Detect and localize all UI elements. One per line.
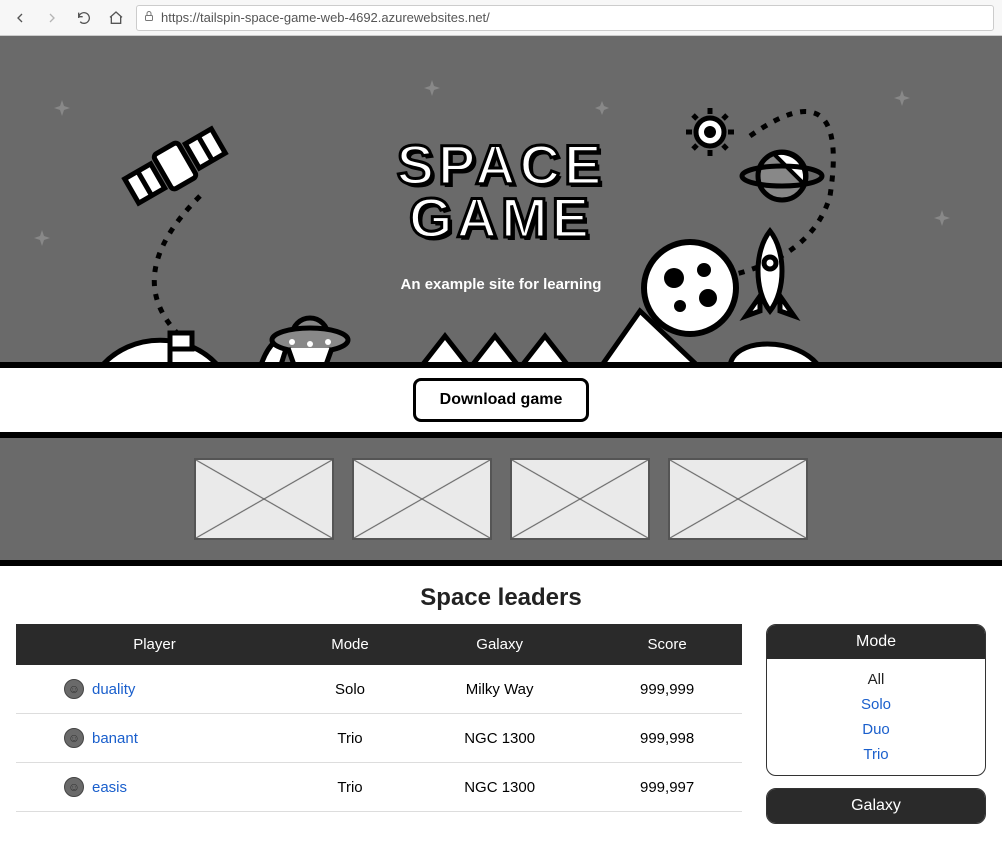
col-score: Score <box>592 624 742 665</box>
lock-icon <box>143 9 155 27</box>
player-link[interactable]: banant <box>92 730 138 747</box>
leaderboard-table: Player Mode Galaxy Score ☺ duality SoloMil… <box>16 624 742 812</box>
player-link[interactable]: duality <box>92 681 135 698</box>
avatar: ☺ <box>64 679 84 699</box>
browser-toolbar <box>0 0 1002 36</box>
filter-mode-item[interactable]: Trio <box>767 742 985 767</box>
gallery-strip <box>0 432 1002 566</box>
col-player: Player <box>16 624 293 665</box>
url-input[interactable] <box>161 10 987 25</box>
home-button[interactable] <box>104 6 128 30</box>
gallery-card[interactable] <box>668 458 808 540</box>
cell-mode: Solo <box>293 665 407 714</box>
table-row: ☺ duality SoloMilky Way999,999 <box>16 665 742 714</box>
hero-subtitle: An example site for learning <box>401 276 602 293</box>
cell-galaxy: NGC 1300 <box>407 714 592 763</box>
player-link[interactable]: easis <box>92 779 127 796</box>
download-game-button[interactable]: Download game <box>413 378 590 422</box>
address-bar[interactable] <box>136 5 994 31</box>
cell-mode: Trio <box>293 763 407 812</box>
filter-mode-item[interactable]: Duo <box>767 717 985 742</box>
download-section: Download game <box>0 368 1002 432</box>
leaderboard-heading: Space leaders <box>0 584 1002 612</box>
table-row: ☺ banant TrioNGC 1300999,998 <box>16 714 742 763</box>
avatar: ☺ <box>64 777 84 797</box>
cell-mode: Trio <box>293 714 407 763</box>
refresh-button[interactable] <box>72 6 96 30</box>
gallery-card[interactable] <box>194 458 334 540</box>
gallery-card[interactable] <box>352 458 492 540</box>
forward-button[interactable] <box>40 6 64 30</box>
filter-galaxy: Galaxy <box>766 788 986 824</box>
cell-galaxy: NGC 1300 <box>407 763 592 812</box>
filter-mode: Mode AllSoloDuoTrio <box>766 624 986 776</box>
avatar: ☺ <box>64 728 84 748</box>
col-mode: Mode <box>293 624 407 665</box>
filter-mode-item[interactable]: All <box>767 667 985 692</box>
hero-title: SPACE GAME <box>397 138 606 244</box>
hero-banner: SPACE GAME An example site for learning <box>0 36 1002 368</box>
hero-title-line2: GAME <box>409 186 593 249</box>
back-button[interactable] <box>8 6 32 30</box>
filter-mode-title: Mode <box>767 625 985 659</box>
filter-mode-item[interactable]: Solo <box>767 692 985 717</box>
cell-score: 999,997 <box>592 763 742 812</box>
col-galaxy: Galaxy <box>407 624 592 665</box>
table-row: ☺ easis TrioNGC 1300999,997 <box>16 763 742 812</box>
cell-score: 999,998 <box>592 714 742 763</box>
cell-score: 999,999 <box>592 665 742 714</box>
gallery-card[interactable] <box>510 458 650 540</box>
cell-galaxy: Milky Way <box>407 665 592 714</box>
filter-galaxy-title: Galaxy <box>767 789 985 823</box>
